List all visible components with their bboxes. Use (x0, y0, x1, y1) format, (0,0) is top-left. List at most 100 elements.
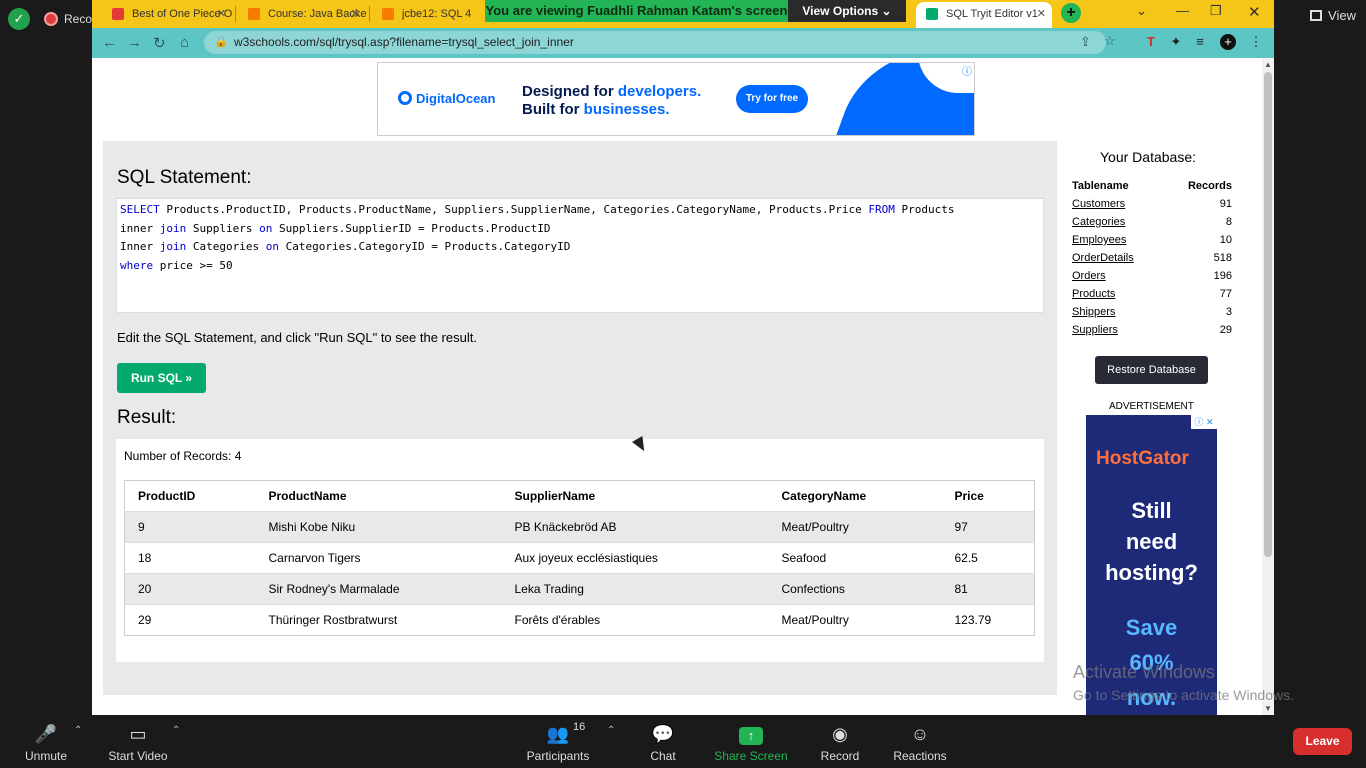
menu-kebab-icon[interactable]: ⋮ (1248, 34, 1264, 50)
table-link-categories[interactable]: Categories (1072, 216, 1125, 228)
ad-line: hosting? (1105, 560, 1198, 585)
record-count-cell: 518 (1213, 252, 1232, 264)
share-screen-icon: ↑ (706, 723, 796, 745)
start-video-label: Start Video (108, 749, 168, 763)
tab-sql4[interactable]: jcbe12: SQL 4 (372, 2, 484, 28)
database-row: Categories 8 (1072, 213, 1232, 231)
chat-label: Chat (650, 749, 676, 763)
record-count-cell: 29 (1219, 324, 1232, 336)
back-icon[interactable]: ← (102, 34, 117, 51)
table-cell: 123.79 (941, 604, 1035, 636)
table-link-customers[interactable]: Customers (1072, 198, 1125, 210)
sql-text: inner (120, 221, 160, 235)
chevron-up-icon[interactable]: ⌃ (74, 725, 82, 736)
table-link-orderdetails[interactable]: OrderDetails (1072, 252, 1134, 264)
table-link-products[interactable]: Products (1072, 288, 1115, 300)
col-records: Records (1187, 180, 1232, 192)
table-cell: 81 (941, 573, 1035, 605)
participants-button[interactable]: 👥 16 Participants (513, 721, 603, 763)
sql-line: where price >= 50 (120, 259, 1040, 278)
tab-one-piece[interactable]: Best of One Piece O ✕ (102, 2, 232, 28)
close-icon[interactable]: ✕ (217, 2, 226, 26)
scroll-down-icon[interactable]: ▼ (1264, 704, 1272, 713)
ad-choices-icon[interactable]: ⓘ (962, 63, 972, 78)
close-window-button[interactable]: ✕ (1248, 3, 1261, 21)
reading-list-icon[interactable]: ≡ (1192, 34, 1208, 50)
sql-keyword: join (159, 221, 187, 235)
tab-divider (369, 6, 370, 22)
extension-icon[interactable]: T (1143, 34, 1159, 50)
ad-try-button[interactable]: Try for free (736, 85, 808, 113)
minimize-button[interactable]: — (1176, 3, 1189, 18)
sql-keyword: on (259, 221, 273, 235)
chat-button[interactable]: 💬 Chat (618, 723, 708, 763)
reload-icon[interactable]: ↻ (153, 34, 166, 52)
editor-panel: SQL Statement: SELECT Products.ProductID… (103, 141, 1057, 695)
table-row: 9 Mishi Kobe Niku PB Knäckebröd AB Meat/Pou… (124, 511, 1035, 543)
result-panel: Number of Records: 4 ProductID ProductNam… (116, 439, 1044, 662)
profile-avatar[interactable]: + (1220, 34, 1236, 50)
record-count-cell: 3 (1225, 306, 1232, 318)
share-screen-button[interactable]: ↑ Share Screen (706, 723, 796, 763)
table-name-cell: Suppliers (1072, 321, 1165, 339)
view-button[interactable]: View (1310, 8, 1356, 23)
record-button[interactable]: ◉ Record (795, 723, 885, 763)
column-header: ProductID (138, 489, 196, 503)
participants-count: 16 (573, 721, 586, 733)
maximize-button[interactable]: ❐ (1210, 3, 1222, 19)
scroll-up-icon[interactable]: ▲ (1264, 60, 1272, 69)
browser-window: Best of One Piece O ✕ Course: Java Backe… (92, 0, 1274, 715)
tab-sql-tryit[interactable]: SQL Tryit Editor v1 ✕ (916, 2, 1052, 28)
address-bar[interactable]: 🔒 w3schools.com/sql/trysql.asp?filename=… (204, 31, 1116, 54)
leave-meeting-button[interactable]: Leave (1293, 728, 1352, 755)
table-link-suppliers[interactable]: Suppliers (1072, 324, 1118, 336)
reactions-label: Reactions (893, 749, 947, 763)
digitalocean-ad[interactable]: DigitalOcean Designed for developers. Bu… (377, 62, 975, 136)
ad-headline: Designed for developers. Built for busin… (522, 83, 701, 119)
table-cell: Meat/Poultry (768, 604, 942, 636)
youtube-icon (112, 8, 124, 20)
start-video-button[interactable]: ▭ Start Video (93, 723, 183, 763)
ad-line: Save (1125, 615, 1178, 640)
tab-label: SQL Tryit Editor v1 (946, 8, 1038, 20)
table-name-cell: Orders (1072, 267, 1165, 285)
restore-database-button[interactable]: Restore Database (1095, 356, 1208, 384)
table-link-employees[interactable]: Employees (1072, 234, 1126, 246)
ad-headline: Still need hosting? (1086, 495, 1217, 588)
view-options-button[interactable]: View Options ⌄ (788, 0, 906, 22)
zoom-meeting-controls: 🎤 Unmute ⌃ ▭ Start Video ⌃ 👥 16 Particip… (0, 715, 1366, 768)
table-cell: Mishi Kobe Niku (255, 511, 502, 543)
run-sql-button[interactable]: Run SQL » (117, 363, 206, 393)
close-icon[interactable]: ✕ (1037, 2, 1046, 26)
chevron-up-icon[interactable]: ⌃ (172, 725, 180, 736)
record-count-cell: 10 (1219, 234, 1232, 246)
video-off-icon: ▭ (129, 724, 147, 744)
close-icon[interactable]: ✕ (351, 2, 360, 26)
record-count-cell: 91 (1219, 198, 1232, 210)
table-name-cell: Employees (1072, 231, 1165, 249)
scrollbar-thumb[interactable] (1264, 72, 1272, 557)
sql-editor[interactable]: SELECT Products.ProductID, Products.Prod… (116, 198, 1044, 313)
url-text: w3schools.com/sql/trysql.asp?filename=tr… (234, 35, 574, 49)
column-header: ProductName (268, 489, 347, 503)
table-row: 20 Sir Rodney's Marmalade Leka Trading Conf… (124, 573, 1035, 605)
ad-close-icon[interactable]: ⓘ ✕ (1191, 415, 1217, 429)
reactions-button[interactable]: ☺ Reactions (875, 723, 965, 763)
table-link-shippers[interactable]: Shippers (1072, 306, 1115, 318)
home-icon[interactable]: ⌂ (180, 34, 189, 51)
record-label: Record (820, 749, 860, 763)
watermark-subtitle: Go to Settings to activate Windows. (1073, 687, 1294, 703)
database-title: Your Database: (1100, 149, 1196, 165)
share-icon[interactable]: ⇪ (1080, 34, 1091, 50)
tab-java-course[interactable]: Course: Java Backe ✕ (238, 2, 366, 28)
chevron-up-icon[interactable]: ⌃ (607, 725, 615, 736)
sql-line: Inner join Categories on Categories.Cate… (120, 240, 1040, 259)
page-scrollbar[interactable]: ▲ ▼ (1262, 58, 1274, 715)
new-tab-button[interactable]: + (1061, 3, 1081, 23)
table-link-orders[interactable]: Orders (1072, 270, 1106, 282)
forward-icon[interactable]: → (127, 34, 142, 51)
bookmark-star-icon[interactable]: ☆ (1104, 33, 1116, 49)
extensions-puzzle-icon[interactable]: ✦ (1168, 34, 1184, 50)
tab-search-icon[interactable]: ⌄ (1136, 3, 1147, 19)
ad-brand: DigitalOcean (416, 91, 496, 106)
